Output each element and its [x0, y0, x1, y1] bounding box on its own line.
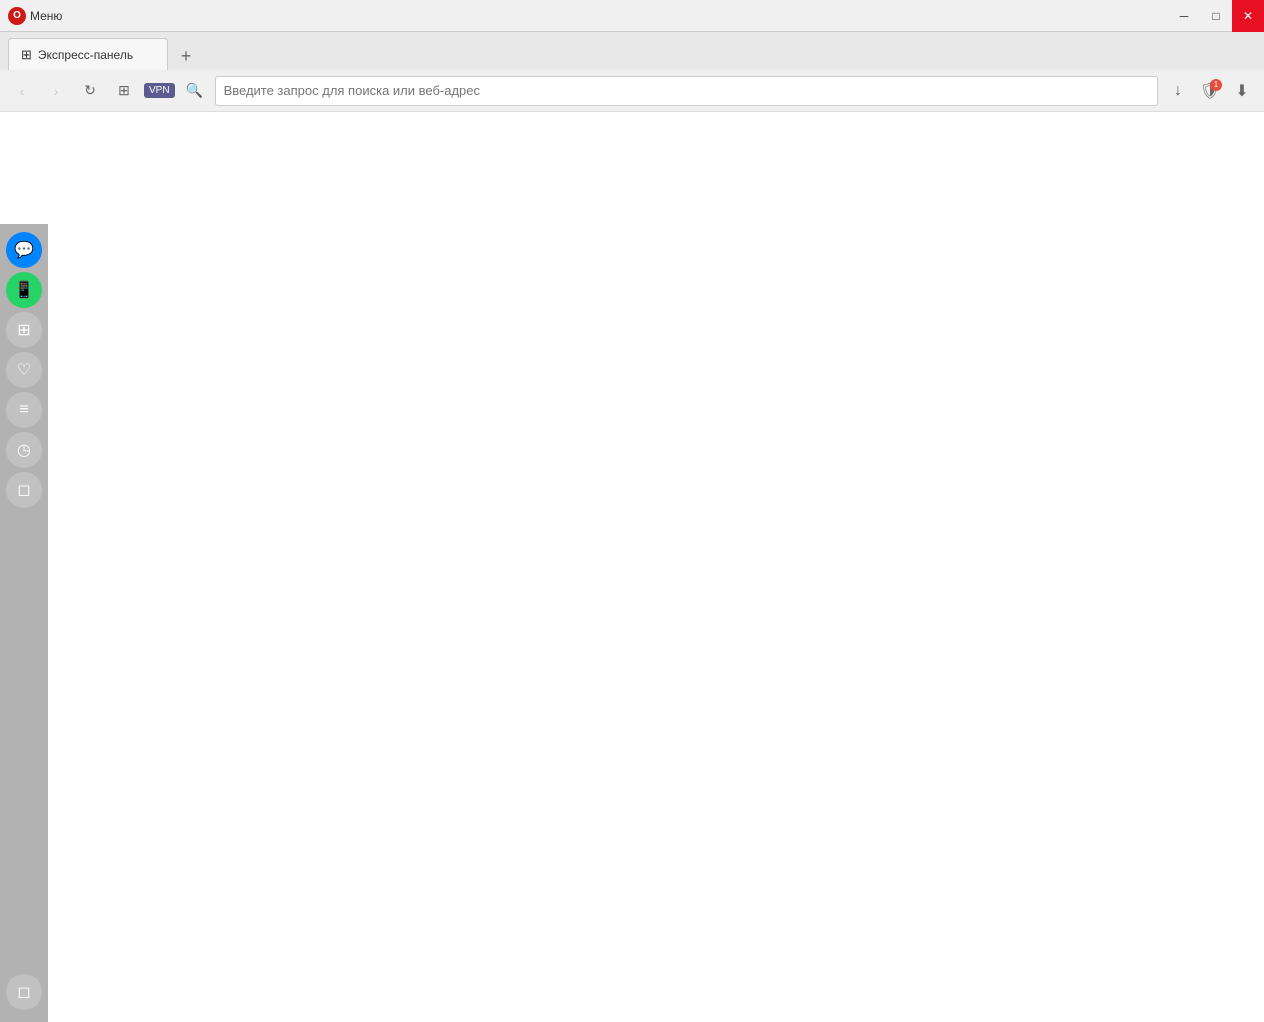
- active-tab[interactable]: ⊞ Экспресс-панель: [8, 38, 168, 70]
- shield-count: 1: [1210, 79, 1222, 91]
- tab-icon: ⊞: [21, 47, 32, 63]
- new-tab-button[interactable]: +: [172, 42, 200, 70]
- sidebar-bottom[interactable]: ◻: [6, 974, 42, 1010]
- refresh-button[interactable]: ↻: [76, 77, 104, 105]
- address-bar: ‹ › ↻ ⊞ VPN 🔍 ↓ 🛡 1 ⬇: [0, 70, 1264, 112]
- sidebar: 💬 📱 ⊞ ♡ ≡ ◷ ◻ ◻: [0, 224, 48, 1022]
- maximize-button[interactable]: □: [1200, 0, 1232, 32]
- title-bar: O Меню ─ □ ✕: [0, 0, 1264, 32]
- sidebar-cube[interactable]: ◻: [6, 472, 42, 508]
- shield-icon[interactable]: 🛡 1: [1196, 77, 1224, 105]
- sidebar-grid[interactable]: ⊞: [6, 312, 42, 348]
- tab-label: Экспресс-панель: [38, 48, 133, 62]
- download-arrow-icon[interactable]: ↓: [1164, 77, 1192, 105]
- menu-button[interactable]: O Меню: [8, 7, 62, 25]
- close-button[interactable]: ✕: [1232, 0, 1264, 32]
- menu-label: Меню: [30, 9, 62, 23]
- opera-icon: O: [8, 7, 26, 25]
- address-input[interactable]: [224, 83, 1149, 98]
- download-icon[interactable]: ⬇: [1228, 77, 1256, 105]
- sidebar-heart[interactable]: ♡: [6, 352, 42, 388]
- sidebar-whatsapp[interactable]: 📱: [6, 272, 42, 308]
- vpn-badge[interactable]: VPN: [144, 83, 175, 98]
- tab-bar: ⊞ Экспресс-панель +: [0, 32, 1264, 70]
- back-button[interactable]: ‹: [8, 77, 36, 105]
- minimize-button[interactable]: ─: [1168, 0, 1200, 32]
- address-input-wrap[interactable]: [215, 76, 1158, 106]
- address-right-icons: ↓ 🛡 1 ⬇: [1164, 77, 1256, 105]
- search-icon: 🔍: [181, 77, 209, 105]
- grid-view-button[interactable]: ⊞: [110, 77, 138, 105]
- sidebar-clock[interactable]: ◷: [6, 432, 42, 468]
- window-controls: ─ □ ✕: [1168, 0, 1264, 32]
- sidebar-list[interactable]: ≡: [6, 392, 42, 428]
- sidebar-messenger[interactable]: 💬: [6, 232, 42, 268]
- forward-button[interactable]: ›: [42, 77, 70, 105]
